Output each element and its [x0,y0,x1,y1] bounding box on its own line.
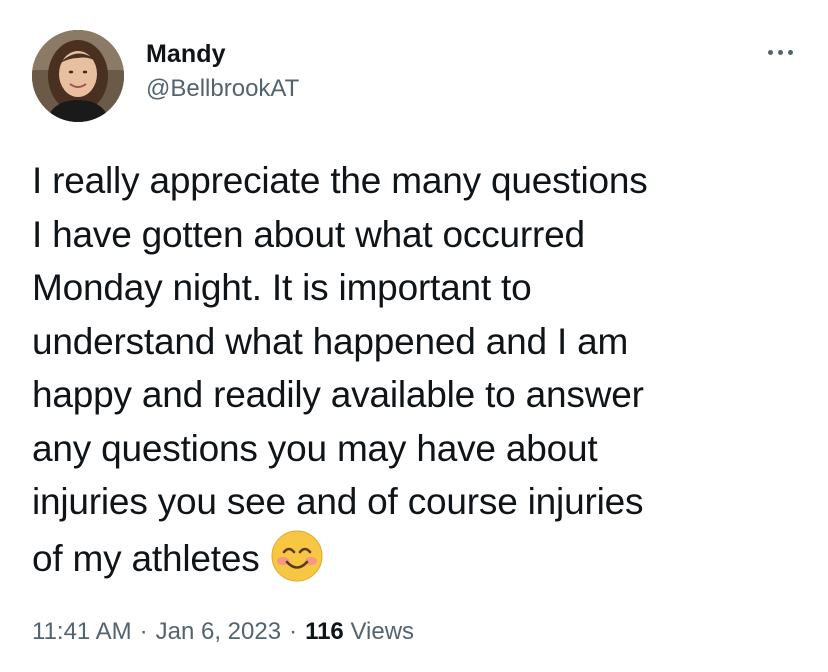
avatar[interactable] [32,30,124,122]
more-horizontal-icon-dot-3 [787,49,793,55]
views-count: 116 [305,618,344,645]
author-block: Mandy @BellbrookAT [146,38,299,105]
tweet-text-line: happy and readily available to answer [32,374,644,415]
display-name[interactable]: Mandy [146,38,299,70]
more-horizontal-icon-dot-2 [777,49,783,55]
tweet-text-line: I really appreciate the many questions [32,160,648,201]
tweet-text-last-line: of my athletes [32,529,812,586]
smiling-face-with-smiling-eyes-icon [271,530,323,581]
avatar-photo [32,30,124,122]
views-label: Views [350,618,415,645]
tweet-text-line: of my athletes [32,537,260,579]
separator: · [139,618,148,645]
tweet-date[interactable]: Jan 6, 2023 [156,618,281,645]
more-options-button[interactable] [760,40,800,64]
tweet-text-line: understand what happened and I am [32,320,629,362]
tweet-text: I really appreciate the many questions I… [32,154,812,585]
tweet-text-line: injuries you see and of course injuries [32,481,644,522]
tweet-text-line: I have gotten about what occurred [32,213,585,255]
separator: · [289,618,298,645]
tweet-text-line: Monday night. It is important to [32,267,532,308]
tweet-time[interactable]: 11:41 AM [32,618,132,645]
user-handle[interactable]: @BellbrookAT [146,73,299,105]
tweet-text-line: any questions you may have about [32,427,598,469]
more-horizontal-icon [767,49,773,55]
tweet: Mandy @BellbrookAT I really appreciate t… [0,0,828,672]
tweet-metadata: 11:41 AM · Jan 6, 2023 · 116 Views [32,616,414,648]
